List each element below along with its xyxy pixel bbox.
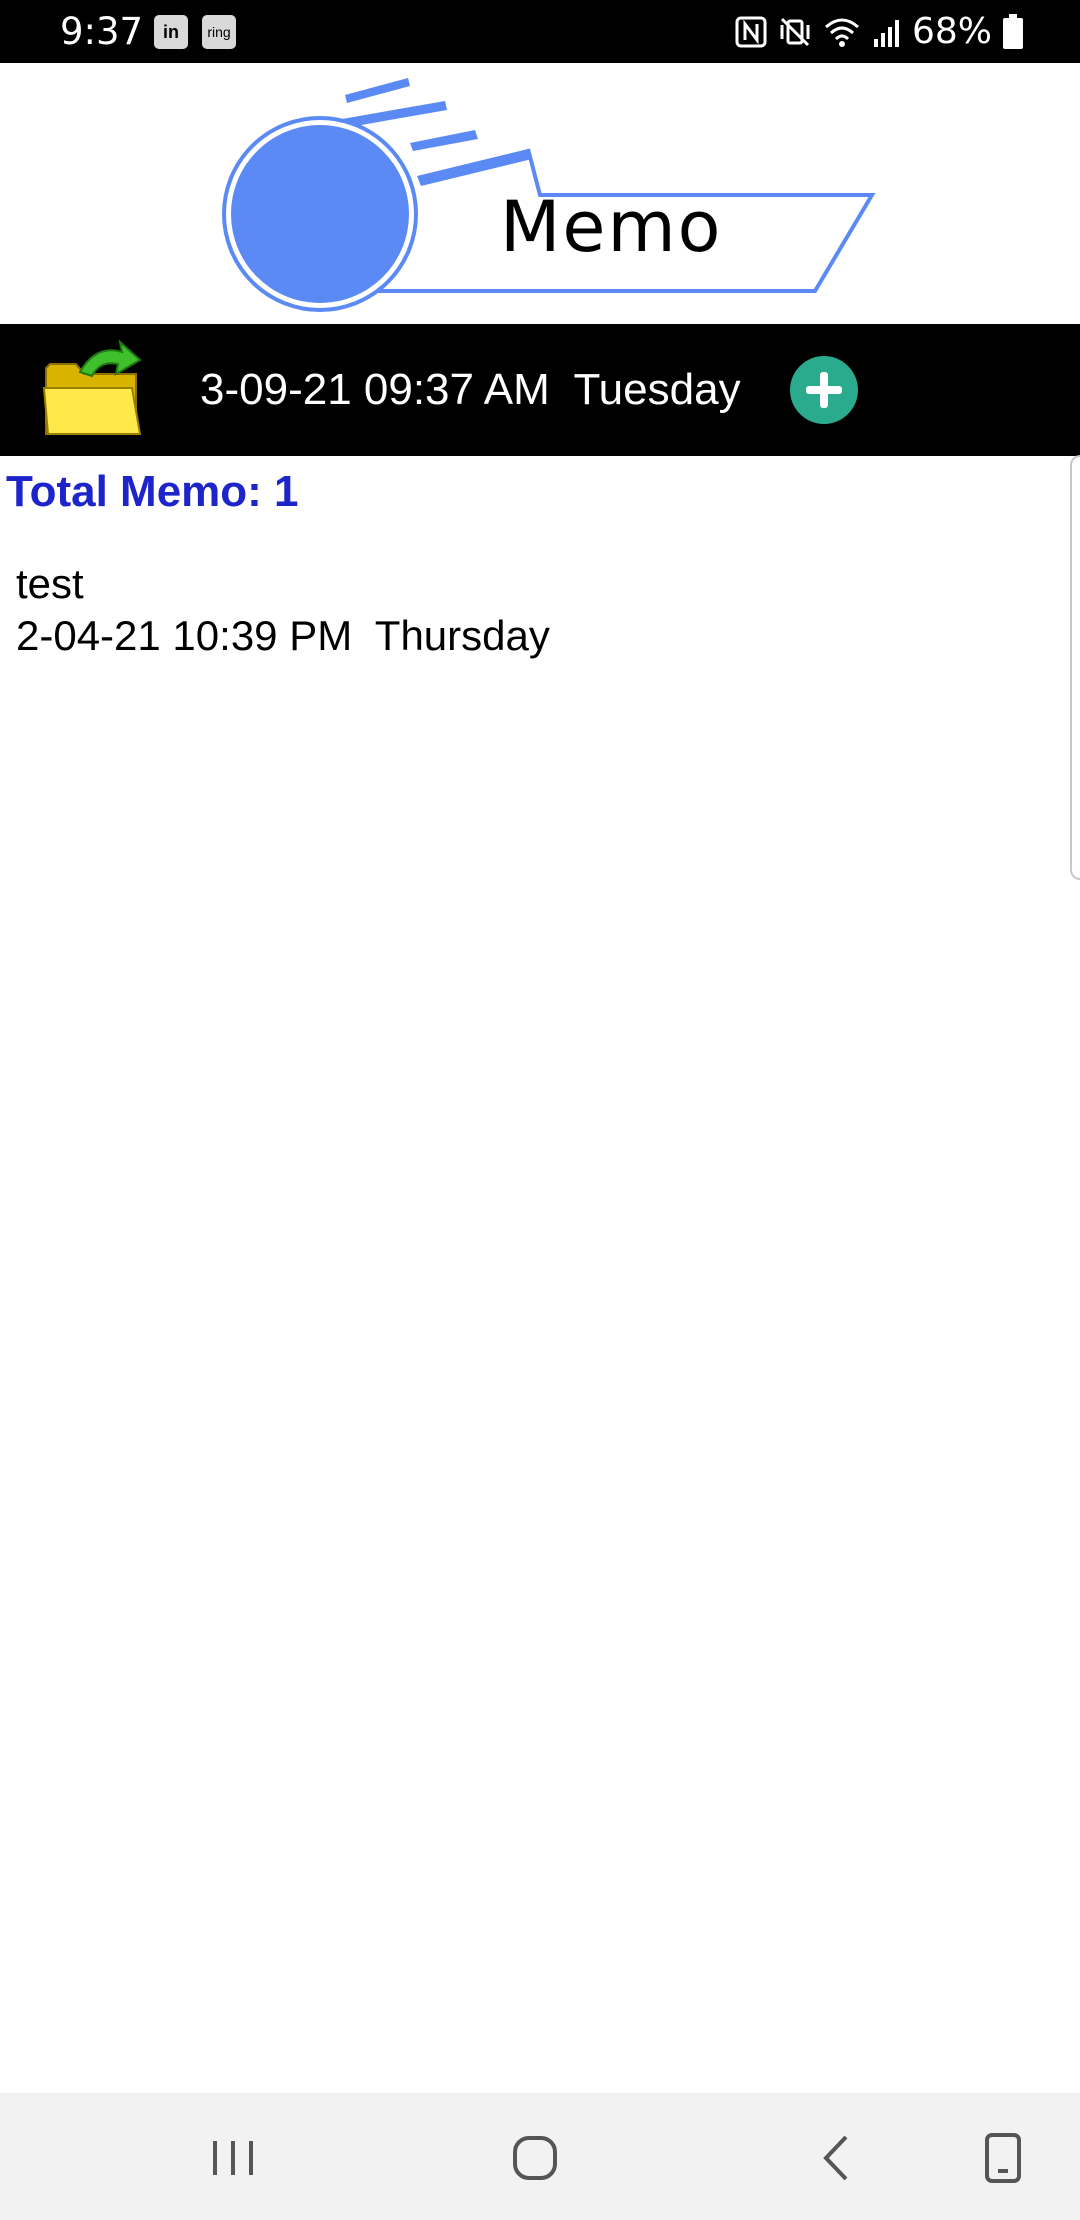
status-time: 9:37 [60,10,144,53]
back-icon [823,2135,848,2181]
edge-panel-handle[interactable] [1070,455,1080,880]
wifi-icon [824,18,859,47]
open-folder-button[interactable] [40,338,144,442]
status-bar: 9:37 in ring 68% [0,0,1080,63]
battery-percent: 68% [911,11,992,52]
memo-list-item[interactable]: test 2-04-21 10:39 PM Thursday [16,558,1056,662]
nfc-icon [735,16,767,48]
screen-rotate-button[interactable] [968,2123,1038,2193]
add-memo-button[interactable] [790,356,858,424]
notification-icons: in ring [154,15,236,49]
toolbar: 3-09-21 09:37 AM Tuesday [0,324,1080,456]
battery-icon [1003,14,1023,49]
recent-apps-icon [213,2141,253,2175]
memo-date: 2-04-21 10:39 PM Thursday [16,612,550,659]
total-memo-count: Total Memo: 1 [6,467,299,516]
ring-icon: ring [202,15,236,49]
current-datetime: 3-09-21 09:37 AM Tuesday [200,365,741,414]
recent-apps-button[interactable] [198,2123,268,2193]
navigation-bar [0,2093,1080,2220]
linkedin-icon: in [154,15,188,49]
logo-text: Memo [500,186,723,268]
signal-icon [873,20,899,47]
memo-title: test [16,560,84,607]
app-header: Memo [0,63,1080,324]
vibrate-mute-icon [780,17,810,47]
home-icon [513,2136,557,2180]
system-icons: 68% [734,10,1024,54]
screen-rotate-icon [985,2133,1021,2183]
folder-open-icon [42,339,142,435]
plus-circle-icon [790,356,858,424]
home-button[interactable] [500,2123,570,2193]
back-button[interactable] [802,2123,872,2193]
